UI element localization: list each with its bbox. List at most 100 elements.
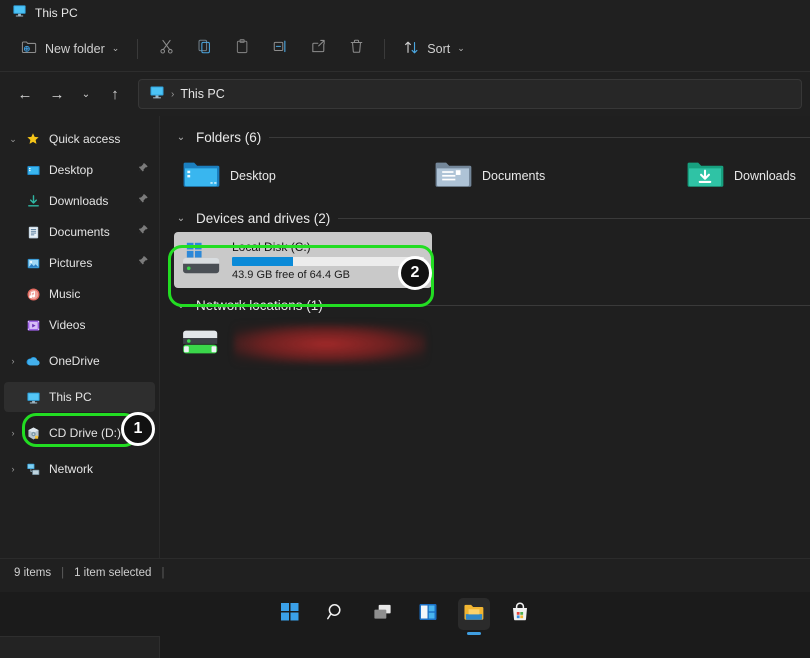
drive-local-disk-c[interactable]: Local Disk (C:) 43.9 GB free of 64.4 GB: [174, 232, 432, 288]
group-header-devices[interactable]: ⌄ Devices and drives (2): [174, 211, 810, 226]
desktop-area: [0, 592, 810, 658]
sort-arrows-icon: [403, 39, 420, 59]
sidebar-item-this-pc[interactable]: This PC: [4, 382, 155, 412]
paste-button[interactable]: [223, 33, 261, 65]
chevron-down-icon[interactable]: ⌄: [112, 43, 120, 54]
folder-tile-downloads[interactable]: Downloads: [678, 151, 810, 201]
toolbar-divider-2: [384, 39, 385, 59]
chevron-right-icon[interactable]: ›: [4, 356, 22, 366]
widgets-button[interactable]: [412, 598, 444, 630]
desktop-folder-icon: [22, 163, 44, 178]
group-rule: [269, 137, 810, 138]
this-pc-monitor-icon: [149, 84, 165, 105]
sidebar-item-music[interactable]: Music: [4, 279, 155, 309]
music-note-icon: [22, 287, 44, 302]
back-button[interactable]: ←: [10, 79, 40, 109]
group-header-folders[interactable]: ⌄ Folders (6): [174, 130, 810, 145]
chevron-down-icon[interactable]: ⌄: [174, 300, 188, 311]
windows-logo-icon: [280, 602, 300, 627]
pin-icon[interactable]: [137, 254, 149, 272]
task-view-button[interactable]: [366, 598, 398, 630]
sidebar-item-network[interactable]: › Network: [4, 454, 155, 484]
delete-trash-icon: [348, 38, 365, 60]
copy-button[interactable]: [185, 33, 223, 65]
sort-button[interactable]: Sort ⌄: [394, 33, 473, 65]
sidebar-item-pictures[interactable]: Pictures: [4, 248, 155, 278]
folder-tile-row: Desktop Documents: [174, 151, 810, 201]
command-toolbar: New folder ⌄: [0, 26, 810, 72]
folder-tile-documents[interactable]: Documents: [426, 151, 678, 201]
cut-scissors-icon: [158, 38, 175, 60]
up-button[interactable]: ↑: [100, 79, 130, 109]
documents-folder-icon: [434, 158, 472, 195]
sidebar-item-downloads[interactable]: Downloads: [4, 186, 155, 216]
drive-free-space: 43.9 GB free of 64.4 GB: [232, 269, 424, 281]
sidebar-item-label: Pictures: [49, 256, 92, 270]
sidebar-item-videos[interactable]: Videos: [4, 310, 155, 340]
microsoft-store-button[interactable]: [504, 598, 536, 630]
rename-button[interactable]: [261, 33, 299, 65]
window-title: This PC: [35, 6, 78, 20]
new-folder-button[interactable]: New folder ⌄: [12, 33, 128, 65]
group-header-network[interactable]: ⌄ Network locations (1): [174, 298, 810, 313]
drive-capacity-fill: [232, 257, 293, 266]
navigation-pane: ⌄ Quick access Desktop: [0, 116, 160, 558]
pin-icon[interactable]: [137, 192, 149, 210]
pin-icon[interactable]: [137, 223, 149, 241]
start-button[interactable]: [274, 598, 306, 630]
new-folder-icon: [21, 39, 38, 59]
chevron-right-icon[interactable]: ›: [4, 428, 22, 438]
explorer-body: ⌄ Quick access Desktop: [0, 116, 810, 558]
forward-button[interactable]: →: [42, 79, 72, 109]
recent-locations-button[interactable]: ⌄: [74, 79, 98, 109]
sidebar-item-onedrive[interactable]: › OneDrive: [4, 346, 155, 376]
sidebar-item-documents[interactable]: Documents: [4, 217, 155, 247]
folder-label: Downloads: [734, 169, 796, 183]
content-pane: ⌄ Folders (6): [160, 116, 810, 558]
sidebar-item-quick-access[interactable]: ⌄ Quick access: [4, 124, 155, 154]
network-location-item[interactable]: [174, 319, 810, 368]
callout-badge-2: 2: [398, 256, 432, 290]
sidebar-item-label: Desktop: [49, 163, 93, 177]
chevron-right-icon[interactable]: ›: [4, 464, 22, 474]
sidebar-item-label: Documents: [49, 225, 110, 239]
sidebar-item-desktop[interactable]: Desktop: [4, 155, 155, 185]
selection-count: 1 item selected: [74, 567, 151, 579]
folder-tile-desktop[interactable]: Desktop: [174, 151, 426, 201]
star-icon: [22, 132, 44, 146]
file-explorer-button[interactable]: [458, 598, 490, 630]
status-divider: |: [61, 567, 64, 579]
cut-button[interactable]: [147, 33, 185, 65]
callout-badge-1: 1: [121, 412, 155, 446]
item-count: 9 items: [14, 567, 51, 579]
sidebar-item-label: Quick access: [49, 132, 120, 146]
address-bar[interactable]: › This PC: [138, 79, 802, 109]
local-disk-windows-icon: [182, 239, 224, 282]
chevron-down-icon[interactable]: ⌄: [174, 132, 188, 143]
new-folder-label: New folder: [45, 42, 105, 56]
search-magnifier-icon: [326, 602, 346, 627]
sidebar-item-label: Downloads: [49, 194, 108, 208]
videos-film-icon: [22, 318, 44, 333]
this-pc-monitor-icon: [22, 390, 44, 405]
toolbar-divider-1: [137, 39, 138, 59]
share-icon: [310, 38, 327, 60]
copy-icon: [196, 38, 213, 60]
chevron-down-icon[interactable]: ⌄: [4, 134, 22, 145]
search-button[interactable]: [320, 598, 352, 630]
chevron-down-icon[interactable]: ⌄: [457, 43, 465, 54]
chevron-down-icon[interactable]: ⌄: [174, 213, 188, 224]
task-view-icon: [372, 602, 393, 627]
group-title: Devices and drives (2): [196, 211, 330, 226]
sidebar-item-label: Videos: [49, 318, 85, 332]
delete-button[interactable]: [337, 33, 375, 65]
documents-icon: [22, 225, 44, 240]
widgets-icon: [418, 602, 438, 627]
downloads-folder-icon: [686, 158, 724, 195]
pin-icon[interactable]: [137, 161, 149, 179]
breadcrumb[interactable]: This PC: [180, 87, 224, 101]
file-explorer-window: This PC New folder ⌄: [0, 0, 810, 658]
cd-drive-icon: [22, 426, 44, 441]
share-button[interactable]: [299, 33, 337, 65]
paste-icon: [234, 38, 251, 60]
